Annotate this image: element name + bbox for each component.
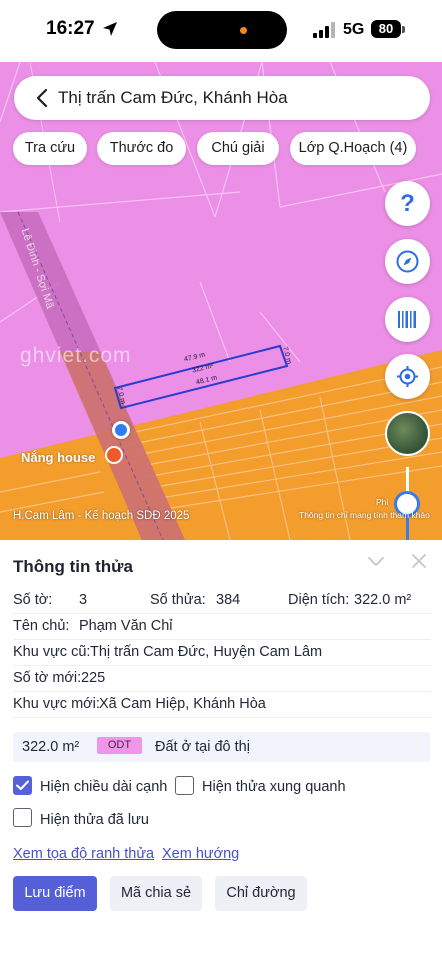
chip-lop-quy-hoach[interactable]: Lớp Q.Hoạch (4) <box>290 132 416 165</box>
so-thua-label: Số thửa: <box>150 592 206 608</box>
new-sheet-label: Số tờ mới: <box>13 670 82 686</box>
locate-icon <box>397 366 418 387</box>
dien-tich-value: 322.0 m² <box>354 592 412 608</box>
show-saved-checkbox[interactable] <box>13 808 32 827</box>
chevron-down-icon[interactable] <box>367 555 385 569</box>
owner-label: Tên chủ: <box>13 618 70 634</box>
search-bar[interactable]: Thị trấn Cam Đức, Khánh Hòa <box>14 76 430 120</box>
show-edge-length-checkbox[interactable] <box>13 776 32 795</box>
old-area-row: Khu vực cũ: Thị trấn Cam Đức, Huyện Cam … <box>13 640 431 666</box>
directions-button[interactable]: Chỉ đường <box>215 876 307 911</box>
old-area-value: Thị trấn Cam Đức, Huyện Cam Lâm <box>90 644 323 660</box>
compass-icon <box>396 250 419 273</box>
so-to-label: Số tờ: <box>13 592 53 608</box>
current-location-marker[interactable] <box>112 421 130 439</box>
signal-icon <box>313 22 335 38</box>
dynamic-island <box>157 11 287 49</box>
battery-level: 80 <box>371 20 401 38</box>
compass-button[interactable] <box>385 239 430 284</box>
close-icon[interactable] <box>411 553 427 569</box>
checkmark-icon <box>16 780 29 790</box>
old-area-label: Khu vực cũ: <box>13 644 91 660</box>
help-button[interactable]: ? <box>385 181 430 226</box>
chip-tra-cuu[interactable]: Tra cứu <box>13 132 87 165</box>
map-view[interactable]: Lê Đình - Sợi Mã ghviet.com 47.9 m 322 m… <box>0 62 442 540</box>
new-sheet-value: 225 <box>81 670 106 686</box>
view-boundary-coords-link[interactable]: Xem tọa độ ranh thửa <box>13 846 154 862</box>
poi-marker-icon[interactable] <box>105 446 123 464</box>
chip-chu-giai[interactable]: Chú giải <box>197 132 279 165</box>
locate-button[interactable] <box>385 354 430 399</box>
new-area-row: Khu vực mới: Xã Cam Hiệp, Khánh Hòa <box>13 692 431 718</box>
land-use-area: 322.0 m² <box>22 739 80 755</box>
poi-label[interactable]: Nắng house <box>21 450 95 465</box>
show-edge-length-label[interactable]: Hiện chiều dài cạnh <box>40 779 167 795</box>
watermark: ghviet.com <box>20 344 132 367</box>
barcode-icon <box>398 311 416 328</box>
status-bar: 16:27 5G 80 <box>0 0 442 62</box>
show-saved-label[interactable]: Hiện thửa đã lưu <box>40 812 149 828</box>
share-code-button[interactable]: Mã chia sẻ <box>110 876 202 911</box>
new-sheet-row: Số tờ mới: 225 <box>13 666 431 692</box>
land-use-code-badge: ODT <box>97 737 142 754</box>
help-icon: ? <box>400 190 415 217</box>
parcel-info-panel: Thông tin thửa Số tờ: 3 Số thửa: 384 Diệ… <box>0 540 442 960</box>
save-point-button[interactable]: Lưu điểm <box>13 876 97 911</box>
recording-dot-icon <box>240 27 247 34</box>
satellite-layer-toggle[interactable] <box>385 411 430 456</box>
show-surrounding-label[interactable]: Hiện thửa xung quanh <box>202 779 346 795</box>
map-disclaimer: Thông tin chỉ mang tính tham khảo <box>299 510 430 520</box>
so-thua-value: 384 <box>216 592 241 608</box>
status-time: 16:27 <box>46 18 95 39</box>
owner-row: Tên chủ: Phạm Văn Chỉ <box>13 614 431 640</box>
search-location-text[interactable]: Thị trấn Cam Đức, Khánh Hòa <box>58 88 288 108</box>
back-icon[interactable] <box>32 87 54 109</box>
land-use-description: Đất ở tại đô thị <box>155 739 250 755</box>
parcel-id-row: Số tờ: 3 Số thửa: 384 Diện tích: 322.0 m… <box>13 588 431 614</box>
show-surrounding-checkbox[interactable] <box>175 776 194 795</box>
network-type: 5G <box>343 21 365 38</box>
so-to-value: 3 <box>79 592 88 608</box>
barcode-button[interactable] <box>385 297 430 342</box>
map-phi-label: Phi <box>376 497 389 507</box>
land-use-box: 322.0 m² ODT Đất ở tại đô thị <box>13 732 430 762</box>
panel-title: Thông tin thửa <box>13 557 133 576</box>
location-arrow-icon <box>103 22 117 36</box>
map-plan-caption: H.Cam Lâm - Kế hoạch SDĐ 2025 <box>13 510 190 522</box>
owner-value: Phạm Văn Chỉ <box>79 618 173 634</box>
dien-tich-label: Diện tích: <box>288 592 350 608</box>
view-direction-link[interactable]: Xem hướng <box>162 846 239 862</box>
new-area-label: Khu vực mới: <box>13 696 100 712</box>
battery-icon <box>402 26 405 33</box>
chip-thuoc-do[interactable]: Thước đo <box>97 132 186 165</box>
new-area-value: Xã Cam Hiệp, Khánh Hòa <box>99 696 266 712</box>
